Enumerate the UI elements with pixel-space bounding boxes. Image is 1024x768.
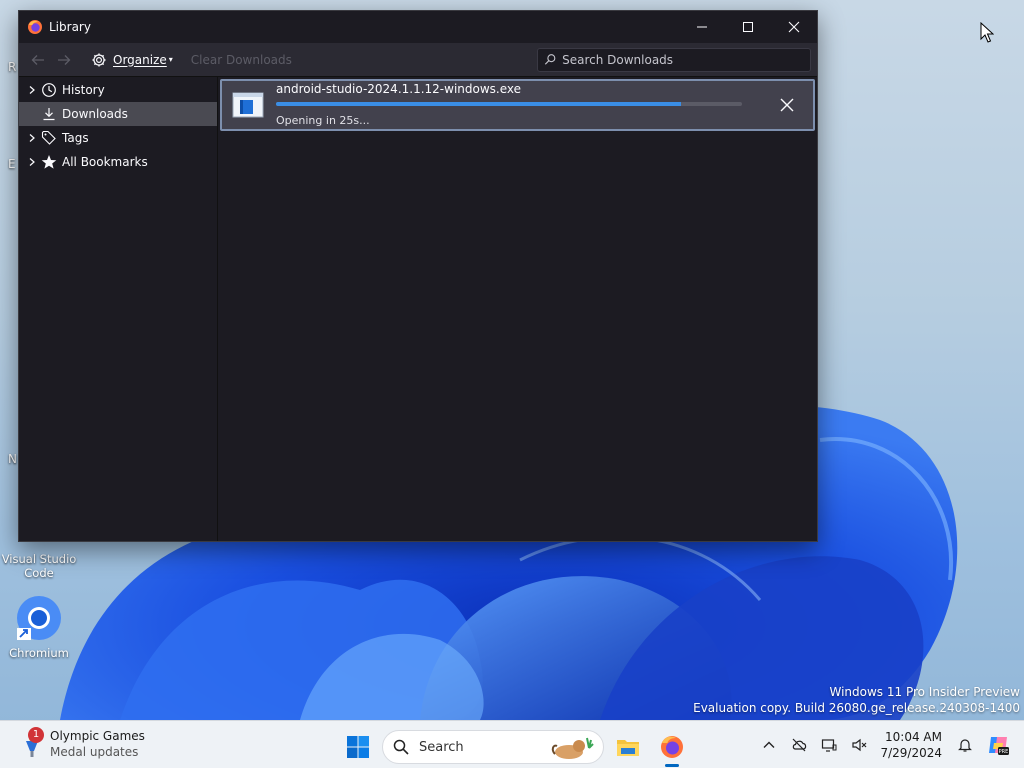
download-item[interactable]: android-studio-2024.1.1.12-windows.exe O…: [220, 79, 815, 131]
library-sidebar: History Downloads Tags All Bookmarks: [19, 77, 218, 541]
clock-date: 7/29/2024: [880, 746, 942, 760]
forward-button[interactable]: [51, 47, 77, 73]
notification-badge: 1: [28, 727, 44, 743]
monitor-network-icon: [822, 739, 837, 752]
search-downloads-box[interactable]: [537, 47, 811, 72]
minimize-button[interactable]: [679, 11, 725, 43]
organize-menu-button[interactable]: Organize ▾: [87, 47, 177, 73]
desktop-icon-label: Code: [24, 566, 54, 580]
search-downloads-input[interactable]: [562, 52, 804, 67]
start-button[interactable]: [340, 729, 376, 765]
taskbar-search-box[interactable]: Search: [382, 730, 604, 764]
exe-file-icon: [232, 92, 264, 118]
arrow-right-icon: [58, 54, 71, 65]
taskbar: 1 Olympic Games Medal updates Search 10:…: [0, 720, 1024, 768]
watermark-line: Evaluation copy. Build 26080.ge_release.…: [693, 701, 1020, 715]
windows-watermark: Windows 11 Pro Insider Preview Evaluatio…: [693, 684, 1020, 716]
clock-icon: [42, 83, 56, 97]
maximize-icon: [743, 22, 753, 32]
download-progress-bar: [276, 101, 742, 106]
clear-downloads-button[interactable]: Clear Downloads: [191, 53, 292, 67]
widget-title: Olympic Games: [50, 729, 145, 743]
desktop-icon-label: Visual Studio: [1, 552, 77, 566]
desktop-icon-label-fragment: E: [8, 157, 16, 171]
organize-label: Organize: [113, 52, 167, 67]
windows-logo-icon: [347, 736, 369, 758]
expand-arrow-icon[interactable]: [25, 134, 39, 142]
speaker-muted-icon: [852, 738, 867, 752]
back-button[interactable]: [25, 47, 51, 73]
desktop-icon-label-fragment: R: [8, 60, 17, 74]
expand-arrow-icon[interactable]: [25, 158, 39, 166]
system-tray: 10:04 AM 7/29/2024 PRE: [754, 721, 1024, 768]
close-icon: [788, 21, 800, 33]
torch-icon: 1: [20, 727, 44, 759]
watermark-line: Windows 11 Pro Insider Preview: [829, 685, 1020, 699]
notifications-button[interactable]: [950, 730, 980, 760]
svg-text:PRE: PRE: [999, 749, 1009, 755]
download-filename: android-studio-2024.1.1.12-windows.exe: [276, 81, 522, 96]
cancel-download-button[interactable]: [769, 87, 805, 123]
widget-subtitle: Medal updates: [50, 745, 139, 759]
download-icon: [43, 108, 55, 121]
firefox-icon: [28, 20, 42, 34]
minimize-icon: [697, 26, 707, 28]
sidebar-item-label: All Bookmarks: [62, 155, 148, 169]
widgets-button[interactable]: 1 Olympic Games Medal updates: [20, 727, 145, 760]
download-status: Opening in 25s...: [276, 113, 370, 127]
sidebar-item-label: Tags: [62, 131, 89, 145]
copilot-icon: PRE: [989, 737, 1009, 755]
expand-arrow-icon[interactable]: [25, 86, 39, 94]
chromium-icon: [15, 594, 63, 642]
caret-down-icon: ▾: [168, 55, 173, 64]
close-icon: [780, 98, 794, 112]
bell-icon: [958, 739, 972, 752]
volume-button[interactable]: [844, 730, 874, 760]
library-window: Library Organize ▾ Clear Downloads Searc…: [18, 10, 818, 542]
maximize-button[interactable]: [725, 11, 771, 43]
desktop-icon-label-fragment: N: [8, 452, 17, 466]
sidebar-item-downloads[interactable]: Downloads: [19, 102, 217, 126]
chevron-up-icon: [763, 741, 775, 748]
clock-time: 10:04 AM: [885, 730, 942, 744]
desktop-icon-label: Chromium: [9, 646, 69, 660]
file-explorer-icon: [617, 740, 639, 756]
desktop-icon-chromium[interactable]: Chromium: [0, 594, 78, 660]
star-icon: [41, 155, 57, 169]
title-bar[interactable]: Library: [19, 11, 817, 43]
download-progress-fill: [276, 101, 682, 106]
mouse-cursor-icon: [980, 22, 994, 43]
search-highlight-icon: [551, 737, 594, 759]
tag-icon: [41, 130, 56, 145]
onedrive-button[interactable]: [784, 730, 814, 760]
gear-icon: [92, 53, 106, 66]
close-button[interactable]: [771, 11, 817, 43]
taskbar-search-label: Search: [419, 739, 464, 755]
window-title: Library: [49, 20, 91, 34]
network-button[interactable]: [814, 730, 844, 760]
cloud-offline-icon: [793, 738, 807, 752]
sidebar-item-all-bookmarks[interactable]: All Bookmarks: [19, 150, 217, 174]
search-icon: [544, 54, 556, 65]
sidebar-item-label: Downloads: [62, 107, 128, 121]
taskbar-firefox[interactable]: [652, 727, 692, 767]
firefox-icon: [661, 736, 683, 758]
sidebar-item-tags[interactable]: Tags: [19, 126, 217, 150]
copilot-button[interactable]: PRE: [980, 727, 1016, 763]
library-toolbar: Organize ▾ Clear Downloads: [19, 43, 817, 77]
search-icon: [393, 739, 409, 755]
arrow-left-icon: [31, 54, 44, 65]
downloads-list: android-studio-2024.1.1.12-windows.exe O…: [218, 77, 817, 541]
taskbar-file-explorer[interactable]: [608, 727, 648, 767]
show-hidden-icons-button[interactable]: [754, 730, 784, 760]
sidebar-item-history[interactable]: History: [19, 78, 217, 102]
sidebar-item-label: History: [62, 83, 105, 97]
system-clock[interactable]: 10:04 AM 7/29/2024: [880, 729, 942, 761]
